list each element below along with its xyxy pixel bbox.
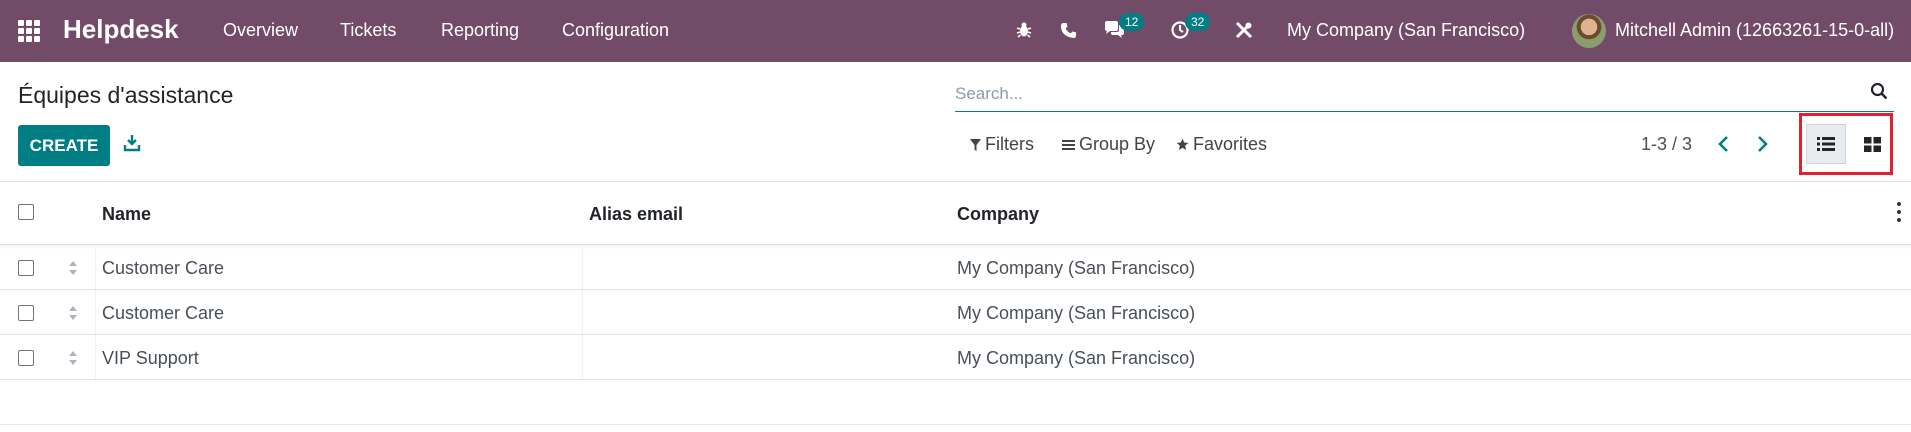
activity-clock-icon[interactable]: 32 bbox=[1168, 13, 1211, 42]
cell-company: My Company (San Francisco) bbox=[957, 258, 1196, 278]
star-icon bbox=[1176, 138, 1189, 151]
column-divider bbox=[95, 290, 96, 334]
download-icon[interactable] bbox=[122, 133, 144, 155]
phone-icon[interactable] bbox=[1056, 18, 1080, 42]
filters-button[interactable]: Filters bbox=[970, 134, 1034, 155]
column-header-name[interactable]: Name bbox=[102, 204, 151, 225]
column-header-company[interactable]: Company bbox=[957, 204, 1039, 225]
row-checkbox[interactable] bbox=[18, 305, 34, 321]
table-row[interactable]: Customer Care My Company (San Francisco) bbox=[0, 290, 1911, 335]
table-bottom-border bbox=[0, 424, 1911, 425]
select-all-checkbox[interactable] bbox=[18, 204, 34, 220]
column-divider bbox=[582, 245, 583, 289]
cell-company: My Company (San Francisco) bbox=[957, 348, 1196, 368]
search-icon[interactable] bbox=[1870, 82, 1892, 104]
row-checkbox[interactable] bbox=[18, 260, 34, 276]
favorites-label: Favorites bbox=[1193, 134, 1268, 154]
kanban-view-button[interactable] bbox=[1852, 124, 1892, 164]
column-divider bbox=[582, 290, 583, 334]
table-row[interactable]: VIP Support My Company (San Francisco) bbox=[0, 335, 1911, 380]
cell-name: Customer Care bbox=[102, 303, 225, 323]
list-view-icon bbox=[1817, 137, 1835, 151]
user-menu[interactable]: Mitchell Admin (12663261-15-0-all) bbox=[1615, 20, 1894, 41]
favorites-button[interactable]: Favorites bbox=[1176, 134, 1267, 155]
cell-name: Customer Care bbox=[102, 258, 225, 278]
search-bar bbox=[955, 76, 1894, 112]
menu-tickets[interactable]: Tickets bbox=[340, 20, 396, 41]
tools-icon[interactable] bbox=[1232, 18, 1256, 42]
search-input[interactable] bbox=[955, 80, 1835, 108]
company-switcher[interactable]: My Company (San Francisco) bbox=[1287, 20, 1525, 41]
column-header-alias-email[interactable]: Alias email bbox=[589, 204, 683, 225]
group-by-label: Group By bbox=[1079, 134, 1156, 154]
cell-company: My Company (San Francisco) bbox=[957, 303, 1196, 323]
apps-menu-icon[interactable] bbox=[18, 20, 40, 42]
drag-handle-icon[interactable] bbox=[67, 258, 79, 278]
menu-reporting[interactable]: Reporting bbox=[441, 20, 519, 41]
pager-previous-icon[interactable] bbox=[1716, 134, 1738, 156]
column-divider bbox=[95, 245, 96, 289]
pager-value[interactable]: 1-3 / 3 bbox=[1641, 134, 1692, 155]
user-avatar[interactable] bbox=[1572, 14, 1606, 48]
drag-handle-icon[interactable] bbox=[67, 303, 79, 323]
row-checkbox[interactable] bbox=[18, 350, 34, 366]
cell-name: VIP Support bbox=[102, 348, 199, 368]
drag-handle-icon[interactable] bbox=[67, 348, 79, 368]
create-button[interactable]: CREATE bbox=[18, 125, 110, 166]
group-by-icon bbox=[1062, 139, 1075, 150]
menu-overview[interactable]: Overview bbox=[223, 20, 298, 41]
list-view-button[interactable] bbox=[1806, 124, 1846, 164]
column-divider bbox=[582, 335, 583, 379]
table-header: Name Alias email Company bbox=[0, 182, 1911, 245]
messages-badge: 12 bbox=[1119, 13, 1145, 31]
optional-columns-icon[interactable] bbox=[1897, 202, 1903, 222]
kanban-view-icon bbox=[1863, 136, 1881, 152]
filters-label: Filters bbox=[985, 134, 1034, 154]
table-row[interactable]: Customer Care My Company (San Francisco) bbox=[0, 245, 1911, 290]
menu-configuration[interactable]: Configuration bbox=[562, 20, 669, 41]
page-title: Équipes d'assistance bbox=[18, 82, 234, 108]
debug-bug-icon[interactable] bbox=[1012, 18, 1036, 42]
pager-next-icon[interactable] bbox=[1754, 134, 1776, 156]
app-brand[interactable]: Helpdesk bbox=[63, 14, 179, 45]
group-by-button[interactable]: Group By bbox=[1062, 134, 1155, 155]
activities-badge: 32 bbox=[1185, 13, 1211, 31]
top-navbar: Helpdesk Overview Tickets Reporting Conf… bbox=[0, 0, 1911, 62]
column-divider bbox=[95, 335, 96, 379]
filter-icon bbox=[970, 138, 981, 151]
messages-icon[interactable]: 12 bbox=[1102, 13, 1145, 42]
